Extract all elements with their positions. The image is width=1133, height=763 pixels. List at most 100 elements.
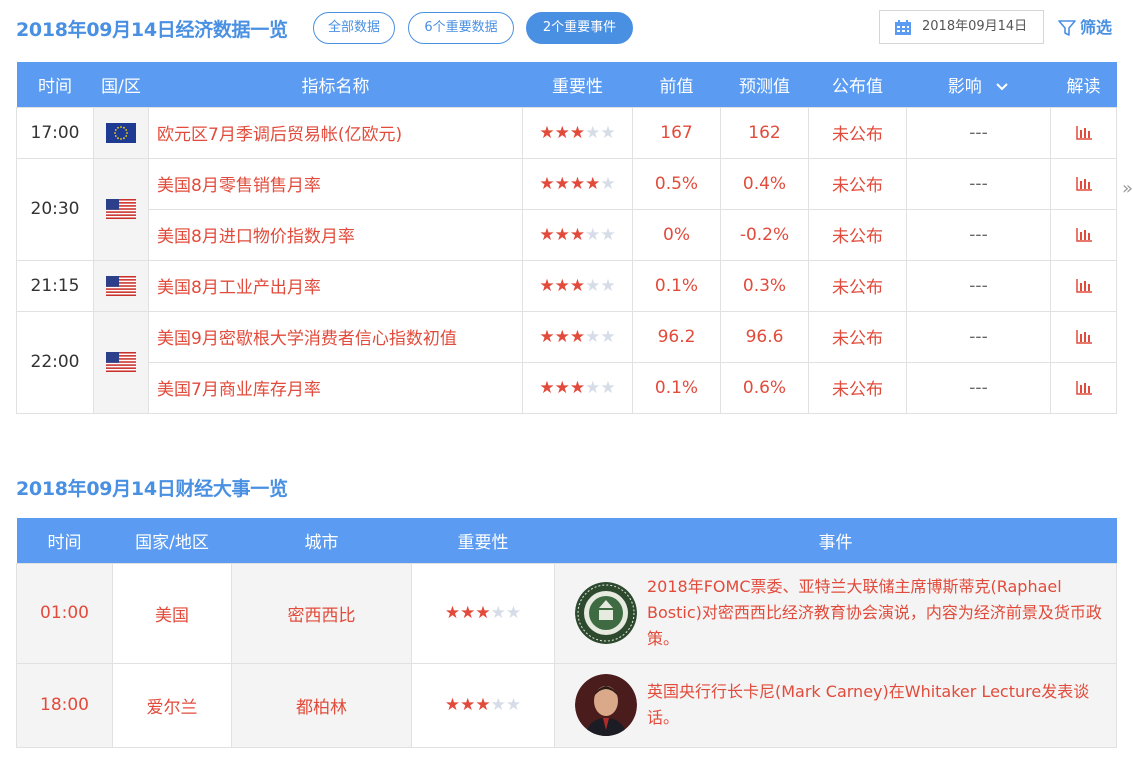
col-forecast: 预测值 [720, 62, 809, 107]
actual-value: 未公布 [808, 208, 907, 261]
impact-value: --- [906, 106, 1051, 159]
col-event-time: 时间 [16, 518, 113, 563]
importance-cell: ★★★★★ [522, 310, 633, 363]
col-impact[interactable]: 影响 [906, 62, 1051, 107]
indicator-name[interactable]: 美国7月商业库存月率 [148, 361, 523, 414]
event-importance: ★★★★★ [411, 662, 555, 748]
analysis-cell [1050, 310, 1117, 363]
analysis-cell [1050, 106, 1117, 159]
federal-reserve-seal-image [575, 582, 637, 644]
col-importance: 重要性 [522, 62, 633, 107]
forecast-value: 0.6% [720, 361, 809, 414]
col-event-city: 城市 [231, 518, 412, 563]
event-city: 都柏林 [231, 662, 412, 748]
table-row: 美国8月进口物价指数月率 ★★★★★ 0% -0.2% 未公布 --- [17, 208, 1117, 261]
bar-chart-icon[interactable] [1075, 125, 1092, 140]
event-time: 01:00 [16, 562, 113, 664]
impact-value: --- [906, 259, 1051, 312]
col-event-description: 事件 [554, 518, 1117, 563]
time-cell: 21:15 [16, 259, 94, 312]
analysis-cell [1050, 361, 1117, 414]
bar-chart-icon[interactable] [1075, 329, 1092, 344]
table-row: 22:00 美国9月密歇根大学消费者信心指数初值 ★★★★★ 96.2 96.6 未公布 -… [16, 310, 1117, 414]
col-country: 国/区 [93, 62, 149, 107]
country-cell [93, 310, 149, 414]
importance-cell: ★★★★★ [522, 208, 633, 261]
indicator-name[interactable]: 美国8月工业产出月率 [148, 259, 523, 312]
importance-stars: ★★★★★ [444, 603, 522, 623]
importance-stars: ★★★★★ [539, 377, 616, 398]
top-bar: 2018年09月14日经济数据一览 全部数据 6个重要数据 2个重要事件 201… [16, 10, 1116, 46]
importance-stars: ★★★★★ [444, 695, 522, 715]
col-indicator: 指标名称 [148, 62, 523, 107]
previous-value: 0% [632, 208, 721, 261]
economic-calendar-page: 2018年09月14日经济数据一览 全部数据 6个重要数据 2个重要事件 201… [0, 0, 1133, 763]
event-cell: 2018年FOMC票委、亚特兰大联储主席博斯蒂克(Raphael Bostic)… [554, 562, 1117, 664]
date-picker[interactable]: 2018年09月14日 [879, 10, 1044, 44]
actual-value: 未公布 [808, 259, 907, 312]
table-header: 时间 国/区 指标名称 重要性 前值 预测值 公布值 影响 解读 [16, 62, 1117, 107]
analysis-cell [1050, 157, 1117, 210]
time-cell: 20:30 [16, 157, 94, 261]
forecast-value: 96.6 [720, 310, 809, 363]
col-analysis: 解读 [1050, 62, 1117, 107]
tab-important-data[interactable]: 6个重要数据 [408, 12, 514, 44]
time-cell: 22:00 [16, 310, 94, 414]
impact-value: --- [906, 157, 1051, 210]
col-actual: 公布值 [808, 62, 907, 107]
previous-value: 167 [632, 106, 721, 159]
actual-value: 未公布 [808, 106, 907, 159]
mark-carney-portrait-image [575, 674, 637, 736]
events-table-header: 时间 国家/地区 城市 重要性 事件 [16, 518, 1117, 563]
col-time: 时间 [16, 62, 94, 107]
country-cell [93, 259, 149, 312]
forecast-value: 0.3% [720, 259, 809, 312]
bar-chart-icon[interactable] [1075, 380, 1092, 395]
table-row: 17:00 欧元区7月季调后贸易帐(亿欧元) ★★★★★ 167 162 未公布 --- [16, 106, 1117, 159]
chevron-down-icon [996, 83, 1008, 91]
indicator-name[interactable]: 美国8月零售销售月率 [148, 157, 523, 210]
indicator-name[interactable]: 美国9月密歇根大学消费者信心指数初值 [148, 310, 523, 363]
bar-chart-icon[interactable] [1075, 278, 1092, 293]
event-country: 美国 [112, 562, 232, 664]
event-row: 18:00 爱尔兰 都柏林 ★★★★★ 英国央行行长卡尼(Mark Carney)在Wh… [16, 662, 1117, 748]
forecast-value: 0.4% [720, 157, 809, 210]
previous-value: 0.5% [632, 157, 721, 210]
event-city: 密西西比 [231, 562, 412, 664]
forecast-value: 162 [720, 106, 809, 159]
expand-arrow-icon[interactable]: » [1122, 178, 1133, 199]
impact-value: --- [906, 208, 1051, 261]
bar-chart-icon[interactable] [1075, 227, 1092, 242]
indicator-name[interactable]: 欧元区7月季调后贸易帐(亿欧元) [148, 106, 523, 159]
event-cell: 英国央行行长卡尼(Mark Carney)在Whitaker Lecture发表… [554, 662, 1117, 748]
previous-value: 0.1% [632, 259, 721, 312]
col-impact-label: 影响 [947, 76, 982, 97]
calendar-icon [895, 20, 911, 35]
indicator-name[interactable]: 美国8月进口物价指数月率 [148, 208, 523, 261]
events-table: 时间 国家/地区 城市 重要性 事件 01:00 美国 密西西比 ★★★★★ 2018年… [16, 518, 1117, 748]
col-previous: 前值 [632, 62, 721, 107]
table-row: 20:30 美国8月零售销售月率 ★★★★★ 0.5% 0.4% 未公布 --- [16, 157, 1117, 261]
importance-stars: ★★★★★ [539, 275, 616, 296]
eu-flag-icon [106, 122, 136, 143]
economic-data-table: 时间 国/区 指标名称 重要性 前值 预测值 公布值 影响 解读 17:00 欧元… [16, 62, 1117, 414]
impact-value: --- [906, 310, 1051, 363]
importance-stars: ★★★★★ [539, 173, 616, 194]
event-country: 爱尔兰 [112, 662, 232, 748]
analysis-cell [1050, 208, 1117, 261]
filter-icon [1058, 20, 1076, 36]
tab-important-events[interactable]: 2个重要事件 [526, 12, 633, 44]
bar-chart-icon[interactable] [1075, 176, 1092, 191]
us-flag-icon [106, 275, 136, 296]
importance-stars: ★★★★★ [539, 326, 616, 347]
selected-date: 2018年09月14日 [922, 19, 1028, 34]
previous-value: 96.2 [632, 310, 721, 363]
importance-stars: ★★★★★ [539, 224, 616, 245]
tab-all-data[interactable]: 全部数据 [313, 12, 395, 44]
event-row: 01:00 美国 密西西比 ★★★★★ 2018年FOMC票委、亚特兰大联储主席博斯蒂克… [16, 562, 1117, 664]
country-cell [93, 106, 149, 159]
event-description[interactable]: 2018年FOMC票委、亚特兰大联储主席博斯蒂克(Raphael Bostic)… [637, 574, 1116, 652]
event-description[interactable]: 英国央行行长卡尼(Mark Carney)在Whitaker Lecture发表… [637, 679, 1116, 731]
actual-value: 未公布 [808, 157, 907, 210]
event-time: 18:00 [16, 662, 113, 748]
